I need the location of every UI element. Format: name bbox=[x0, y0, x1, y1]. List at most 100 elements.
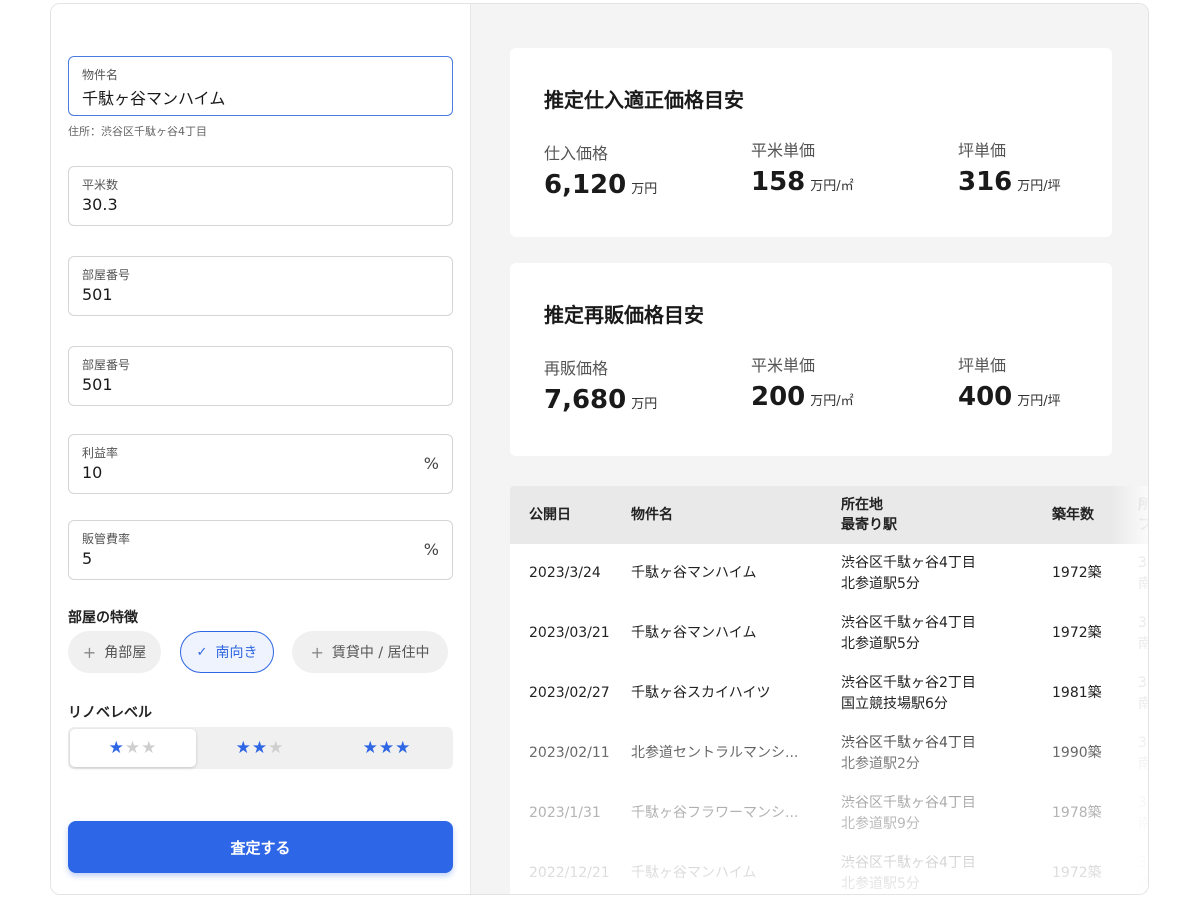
cell-property-name: 千駄ヶ谷マンハイム bbox=[631, 625, 757, 641]
table-row[interactable]: 2023/02/27 千駄ヶ谷スカイハイツ 渋谷区千駄ヶ谷2丁目 国立競技場駅6分 19… bbox=[510, 664, 1148, 724]
cell-date: 2023/02/27 bbox=[529, 685, 610, 701]
metric-unit: 万円/㎡ bbox=[810, 394, 854, 409]
cell-date: 2023/03/21 bbox=[529, 625, 610, 641]
metric-unit: 万円 bbox=[631, 397, 658, 412]
metric-value: 7,680 bbox=[544, 385, 627, 415]
metric-label: 平米単価 bbox=[751, 356, 816, 375]
metric-label: 坪単価 bbox=[958, 356, 1007, 375]
cell-address: 渋谷区千駄ヶ谷4丁目 bbox=[841, 795, 976, 811]
cell-station: 北参道駅5分 bbox=[841, 876, 920, 892]
cell-cutoff-1: 3 bbox=[1138, 795, 1147, 811]
room-number-label-1: 部屋番号 bbox=[82, 268, 131, 282]
results-panel: 推定仕入適正価格目安 仕入価格 6,120 万円 平米単価 158 万円/㎡ 坪単価… bbox=[471, 4, 1148, 894]
metric-unit: 万円 bbox=[631, 182, 658, 197]
reno-level-2-option[interactable]: ★★ ★ bbox=[197, 729, 323, 767]
star-empty-icon: ★★ bbox=[124, 738, 158, 758]
cell-property-name: 千駄ヶ谷マンハイム bbox=[631, 565, 757, 581]
cell-station: 北参道駅5分 bbox=[841, 576, 920, 592]
renovation-level-title: リノベレベル bbox=[68, 705, 152, 721]
cell-property-name: 千駄ヶ谷マンハイム bbox=[631, 865, 757, 881]
sga-rate-value[interactable]: 5 bbox=[82, 549, 92, 568]
metric-value: 158 bbox=[751, 167, 806, 197]
cell-building-age: 1972築 bbox=[1052, 565, 1102, 581]
feature-chip-rented-occupied[interactable]: + 賃貸中 / 居住中 bbox=[292, 631, 448, 673]
star-filled-icon: ★★ bbox=[235, 738, 269, 758]
room-number-field-1[interactable]: 部屋番号 501 bbox=[68, 256, 453, 316]
profit-rate-field[interactable]: 利益率 10 % bbox=[68, 434, 453, 494]
cell-cutoff-1: 3 bbox=[1138, 615, 1147, 631]
cell-cutoff-1: 3 bbox=[1138, 555, 1147, 571]
cell-property-name: 千駄ヶ谷スカイハイツ bbox=[631, 685, 771, 701]
profit-rate-label: 利益率 bbox=[82, 446, 119, 460]
property-name-value[interactable]: 千駄ヶ谷マンハイム bbox=[82, 85, 225, 109]
cell-cutoff-2: 南 bbox=[1138, 874, 1148, 894]
metric-label: 仕入価格 bbox=[544, 144, 609, 163]
cell-date: 2023/02/11 bbox=[529, 745, 610, 761]
feature-chip-south-facing[interactable]: ✓ 南向き bbox=[180, 631, 274, 673]
feature-chip-corner-room[interactable]: + 角部屋 bbox=[68, 631, 161, 673]
star-filled-icon: ★ bbox=[108, 738, 125, 758]
cell-cutoff-2: 南 bbox=[1138, 694, 1148, 715]
header-date: 公開日 bbox=[529, 507, 571, 523]
cell-address: 渋谷区千駄ヶ谷4丁目 bbox=[841, 615, 976, 631]
room-number-label-2: 部屋番号 bbox=[82, 358, 131, 372]
feature-chip-label: 南向き bbox=[215, 645, 258, 661]
purchase-card-title: 推定仕入適正価格目安 bbox=[544, 88, 744, 112]
table-row[interactable]: 2023/02/11 北参道セントラルマンシ... 渋谷区千駄ヶ谷4丁目 北参道駅2分… bbox=[510, 724, 1148, 784]
cell-address: 渋谷区千駄ヶ谷2丁目 bbox=[841, 675, 976, 691]
appraise-button[interactable]: 査定する bbox=[68, 821, 453, 873]
metric-label: 坪単価 bbox=[958, 141, 1007, 160]
table-row[interactable]: 2022/12/21 千駄ヶ谷マンハイム 渋谷区千駄ヶ谷4丁目 北参道駅5分 1972築… bbox=[510, 844, 1148, 894]
cell-cutoff-1: 3 bbox=[1138, 735, 1147, 751]
cell-date: 2022/12/21 bbox=[529, 865, 610, 881]
room-number-value-2[interactable]: 501 bbox=[82, 375, 113, 394]
cell-station: 北参道駅5分 bbox=[841, 636, 920, 652]
resale-price-card: 推定再販価格目安 再販価格 7,680 万円 平米単価 200 万円/㎡ 坪単価 4… bbox=[510, 263, 1112, 456]
purchase-price-card: 推定仕入適正価格目安 仕入価格 6,120 万円 平米単価 158 万円/㎡ 坪単価… bbox=[510, 48, 1112, 237]
renovation-level-selector: ★ ★★ ★★ ★ ★★★ bbox=[68, 727, 453, 769]
resale-tsubo-price-metric: 坪単価 400 万円/坪 bbox=[958, 352, 1061, 412]
star-filled-icon: ★★★ bbox=[362, 738, 412, 758]
reno-level-1-option[interactable]: ★ ★★ bbox=[70, 729, 196, 767]
star-empty-icon: ★ bbox=[268, 738, 285, 758]
room-features-title: 部屋の特徴 bbox=[68, 610, 138, 626]
plus-icon: + bbox=[310, 642, 324, 662]
property-name-field[interactable]: 物件名 千駄ヶ谷マンハイム bbox=[68, 56, 453, 116]
cell-address: 渋谷区千駄ヶ谷4丁目 bbox=[841, 855, 976, 871]
metric-label: 再販価格 bbox=[544, 359, 609, 378]
app-window: 物件名 千駄ヶ谷マンハイム 住所：渋谷区千駄ヶ谷4丁目 平米数 30.3 部屋番… bbox=[50, 3, 1149, 895]
table-row[interactable]: 2023/3/24 千駄ヶ谷マンハイム 渋谷区千駄ヶ谷4丁目 北参道駅5分 1972築 3… bbox=[510, 544, 1148, 604]
reno-level-3-option[interactable]: ★★★ bbox=[324, 729, 450, 767]
header-cutoff-2: ブ bbox=[1138, 515, 1148, 535]
cell-building-age: 1978築 bbox=[1052, 805, 1102, 821]
cell-cutoff-1: 3 bbox=[1138, 675, 1147, 691]
area-label: 平米数 bbox=[82, 178, 119, 192]
profit-rate-value[interactable]: 10 bbox=[82, 463, 102, 482]
cell-address: 渋谷区千駄ヶ谷4丁目 bbox=[841, 555, 976, 571]
cell-building-age: 1990築 bbox=[1052, 745, 1102, 761]
area-field[interactable]: 平米数 30.3 bbox=[68, 166, 453, 226]
header-cutoff-1: 所 bbox=[1138, 495, 1148, 515]
room-number-value-1[interactable]: 501 bbox=[82, 285, 113, 304]
cell-date: 2023/3/24 bbox=[529, 565, 601, 581]
profit-rate-suffix: % bbox=[423, 454, 439, 473]
room-number-field-2[interactable]: 部屋番号 501 bbox=[68, 346, 453, 406]
header-location: 所在地 最寄り駅 bbox=[841, 495, 897, 535]
cell-date: 2023/1/31 bbox=[529, 805, 601, 821]
cell-cutoff-2: 南 bbox=[1138, 574, 1148, 595]
header-building-age: 築年数 bbox=[1052, 507, 1094, 523]
input-form-panel: 物件名 千駄ヶ谷マンハイム 住所：渋谷区千駄ヶ谷4丁目 平米数 30.3 部屋番… bbox=[51, 4, 471, 894]
table-row[interactable]: 2023/03/21 千駄ヶ谷マンハイム 渋谷区千駄ヶ谷4丁目 北参道駅5分 1972築… bbox=[510, 604, 1148, 664]
header-cutoff: 所 ブ bbox=[1138, 495, 1148, 535]
metric-value: 400 bbox=[958, 382, 1013, 412]
header-property-name: 物件名 bbox=[631, 507, 673, 523]
cell-address: 渋谷区千駄ヶ谷4丁目 bbox=[841, 735, 976, 751]
resale-price-metric: 再販価格 7,680 万円 bbox=[544, 355, 657, 415]
plus-icon: + bbox=[82, 642, 97, 662]
table-row[interactable]: 2023/1/31 千駄ヶ谷フラワーマンシ... 渋谷区千駄ヶ谷4丁目 北参道駅9分 1… bbox=[510, 784, 1148, 844]
area-value[interactable]: 30.3 bbox=[82, 195, 118, 214]
resale-sqm-price-metric: 平米単価 200 万円/㎡ bbox=[751, 352, 854, 412]
sga-rate-field[interactable]: 販管費率 5 % bbox=[68, 520, 453, 580]
header-station: 最寄り駅 bbox=[841, 517, 897, 533]
cell-cutoff-2: 南 bbox=[1138, 634, 1148, 655]
